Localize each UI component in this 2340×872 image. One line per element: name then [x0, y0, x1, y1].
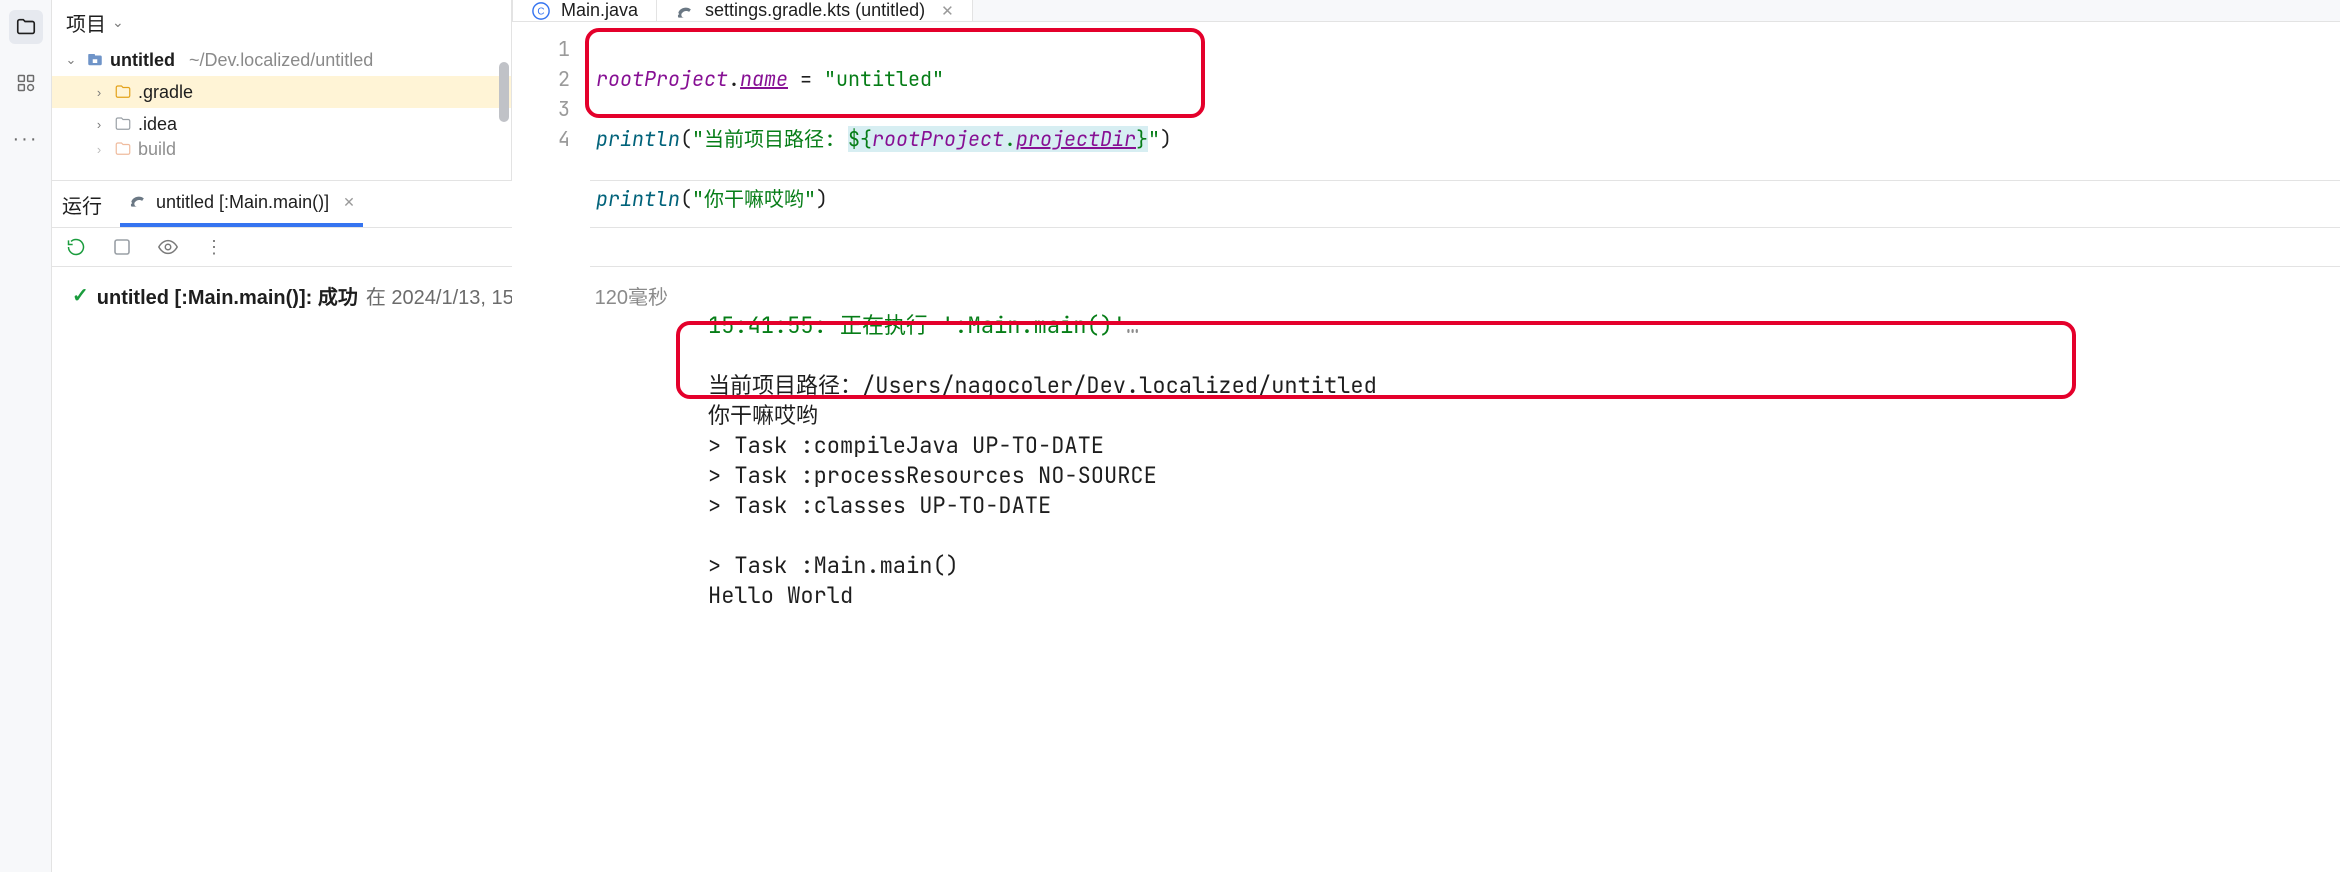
tree-row-gradle[interactable]: › .gradle [52, 76, 511, 108]
tree-row-build[interactable]: › build [52, 140, 511, 158]
editor-tab-main[interactable]: C Main.java [512, 0, 657, 21]
tab-label: settings.gradle.kts (untitled) [705, 0, 925, 21]
run-tab-label: untitled [:Main.main()] [156, 192, 329, 213]
close-icon[interactable]: ✕ [941, 2, 954, 20]
gradle-icon [675, 1, 695, 21]
tree-label: .idea [138, 114, 177, 135]
more-vertical-icon[interactable]: ⋮ [200, 233, 228, 261]
tree-row-root[interactable]: ⌄ untitled ~/Dev.localized/untitled [52, 44, 511, 76]
svg-text:C: C [537, 6, 544, 17]
chevron-right-icon: › [90, 142, 108, 157]
run-panel-title: 运行 [62, 190, 102, 219]
gradle-icon [128, 190, 148, 215]
folder-icon [112, 83, 134, 101]
chevron-down-icon: ⌄ [112, 14, 124, 31]
folder-icon [112, 140, 134, 158]
folder-icon[interactable] [9, 10, 43, 44]
tree-label: .gradle [138, 82, 193, 103]
chevron-right-icon: › [90, 85, 108, 100]
console-output[interactable]: 15:41:55: 正在执行 ':Main.main()'… 当前项目路径：/U… [688, 267, 2340, 872]
class-icon: C [531, 1, 551, 21]
tree-label: untitled [110, 50, 175, 71]
tree-label: build [138, 140, 176, 158]
project-tree[interactable]: ⌄ untitled ~/Dev.localized/untitled › .g… [52, 44, 511, 180]
scrollbar[interactable] [499, 62, 509, 122]
editor-area: C Main.java settings.gradle.kts (untitle… [512, 0, 2340, 180]
gutter: 1 2 3 4 [512, 22, 590, 364]
tree-hint: ~/Dev.localized/untitled [189, 50, 373, 71]
check-icon: ✓ [72, 283, 89, 308]
more-icon[interactable]: ··· [9, 122, 43, 156]
editor-tab-settings[interactable]: settings.gradle.kts (untitled) ✕ [657, 0, 973, 21]
eye-icon[interactable] [154, 233, 182, 261]
stop-icon[interactable] [108, 233, 136, 261]
project-panel: 项目 ⌄ ⌄ untitled ~/Dev.localized/untitled [52, 0, 512, 180]
close-icon[interactable]: ✕ [343, 194, 355, 211]
folder-icon [112, 115, 134, 133]
chevron-down-icon: ⌄ [62, 52, 80, 68]
left-rail: ··· [0, 0, 52, 872]
run-tab[interactable]: untitled [:Main.main()] ✕ [120, 181, 363, 227]
run-status-text: untitled [:Main.main()]: 成功 [97, 281, 358, 310]
rerun-icon[interactable] [62, 233, 90, 261]
project-panel-title[interactable]: 项目 ⌄ [52, 0, 511, 44]
tree-row-idea[interactable]: › .idea [52, 108, 511, 140]
project-panel-title-label: 项目 [66, 8, 106, 37]
chevron-right-icon: › [90, 117, 108, 132]
run-panel: 运行 untitled [:Main.main()] ✕ [52, 180, 2340, 872]
editor-tabs: C Main.java settings.gradle.kts (untitle… [512, 0, 2340, 22]
tab-label: Main.java [561, 0, 638, 21]
module-icon [84, 51, 106, 69]
dashboard-icon[interactable] [9, 66, 43, 100]
